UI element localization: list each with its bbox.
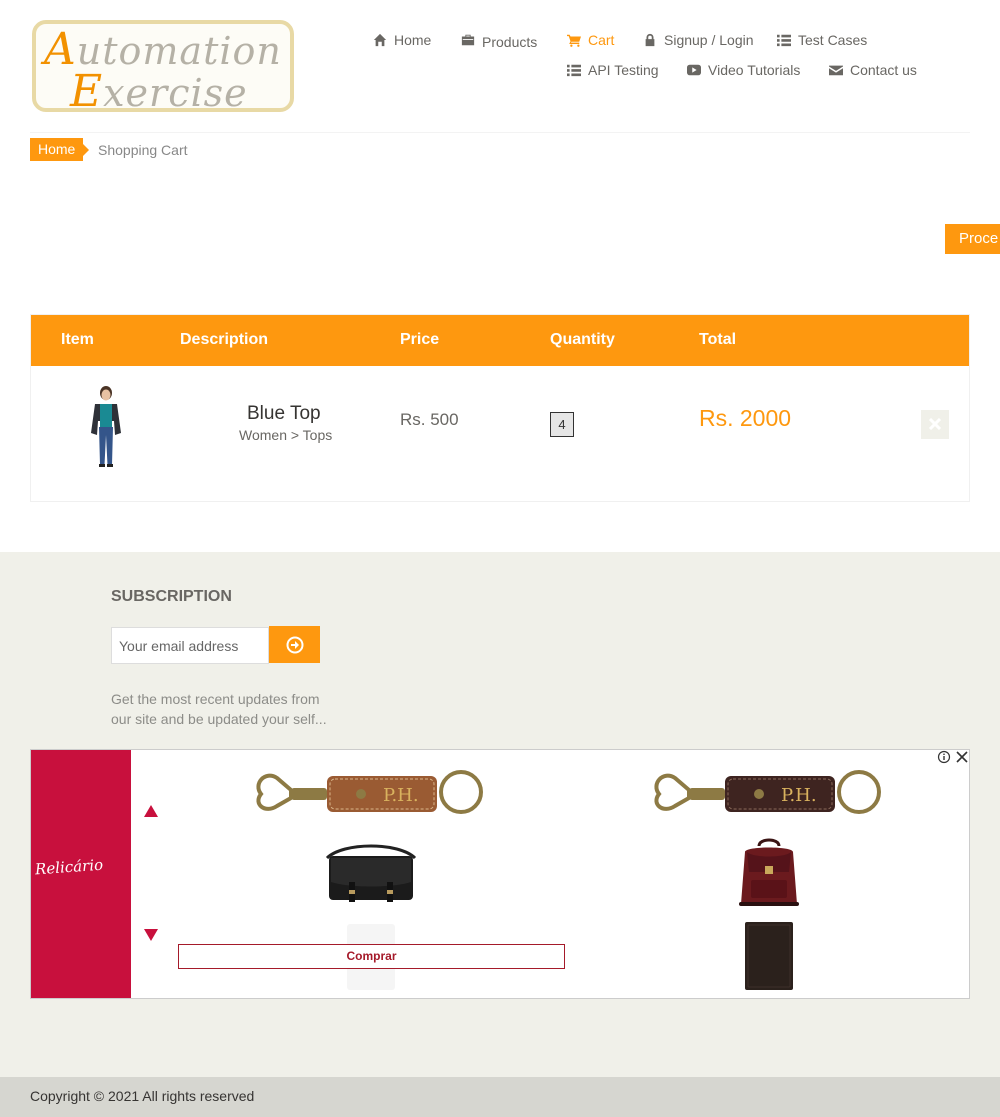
ad-product-keychain-tan[interactable]: P.H. [251,766,485,820]
close-icon [929,418,941,430]
ad-monogram: P.H. [383,785,419,806]
header-quantity: Quantity [550,331,615,348]
footer: SUBSCRIPTION Get the most recent updates… [0,552,1000,1077]
product-category: Women > Tops [239,427,333,443]
copyright-bar: Copyright © 2021 All rights reserved [0,1077,1000,1117]
product-quantity: 4 [550,412,574,437]
list-icon [567,64,581,77]
copyright-text: Copyright © 2021 All rights reserved [30,1088,255,1104]
header-description: Description [180,331,269,348]
ad-brand-panel[interactable]: Relicário [31,750,131,998]
subscription-email-input[interactable] [111,627,269,664]
ad-scroll-up-icon[interactable] [144,805,158,817]
arrow-circle-right-icon [286,636,304,654]
list-icon [777,34,791,47]
product-price: Rs. 500 [400,410,459,429]
cart-table-header: Item Description Price Quantity Total [31,315,969,366]
ad-buy-button[interactable]: Comprar [178,944,565,969]
nav-cart[interactable]: Cart [567,32,614,48]
header-divider [30,132,970,133]
nav-signup-login[interactable]: Signup / Login [643,32,754,48]
nav-contact-us[interactable]: Contact us [829,62,917,78]
site-logo[interactable]: Automation Exercise [32,20,294,117]
briefcase-icon [461,34,475,46]
delete-item-button[interactable] [921,410,949,439]
ad-product-wallet[interactable] [743,920,795,992]
cart-icon [567,34,581,47]
ad-close-icon[interactable] [955,750,969,764]
ad-brand-name: Relicário [34,855,104,879]
nav-video-tutorials[interactable]: Video Tutorials [687,62,800,78]
envelope-icon [829,65,843,76]
header-total: Total [699,331,737,348]
ad-product-backpack[interactable] [729,838,809,910]
product-name[interactable]: Blue Top [247,403,321,425]
subscription-title: SUBSCRIPTION [111,588,232,605]
ad-product-keychain-dark[interactable]: P.H. [649,766,883,820]
lock-icon [645,33,655,47]
logo-line-2: Exercise [70,66,248,117]
header-price: Price [400,331,440,348]
ad-product-messenger-bag[interactable] [323,838,419,910]
home-icon [373,33,387,47]
nav-products[interactable]: Products [461,32,537,50]
youtube-play-icon [687,64,701,76]
nav-api-testing[interactable]: API Testing [567,62,659,78]
ad-scroll-down-icon[interactable] [144,929,158,941]
proceed-to-checkout-button[interactable]: Proce [945,224,1000,254]
ad-monogram: P.H. [781,785,817,806]
advertisement[interactable]: Relicário P.H. P.H. Comprar [30,749,970,999]
subscribe-button[interactable] [269,626,320,663]
nav-test-cases[interactable]: Test Cases [777,32,867,48]
header-item: Item [61,331,94,348]
ad-info-icon[interactable] [937,750,951,764]
breadcrumb-current: Shopping Cart [98,142,188,158]
subscription-description: Get the most recent updates from our sit… [111,691,327,727]
breadcrumb-home[interactable]: Home [30,138,90,161]
nav-home[interactable]: Home [373,32,431,48]
product-total: Rs. 2000 [699,405,792,431]
product-image[interactable] [81,385,131,467]
cart-table: Item Description Price Quantity Total Bl… [30,314,970,502]
